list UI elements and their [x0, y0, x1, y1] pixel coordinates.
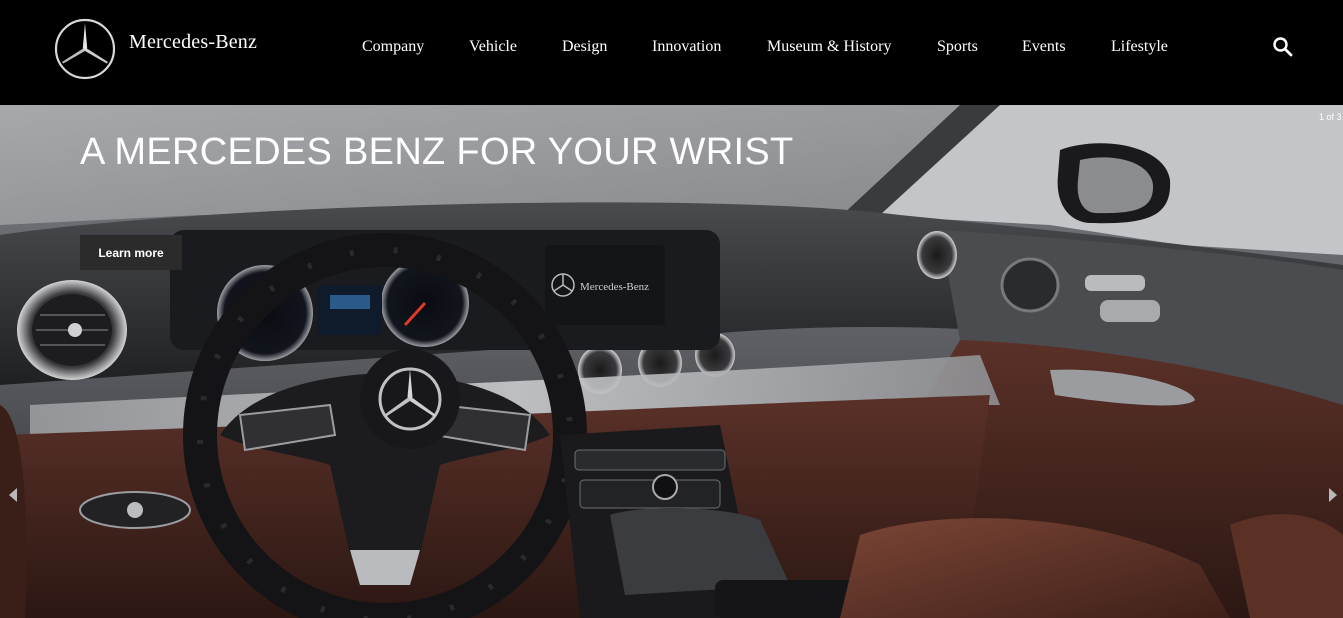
site-header: Mercedes-Benz Company Vehicle Design Inn… [0, 0, 1343, 105]
nav-item-events[interactable]: Events [1022, 38, 1066, 56]
hero-title: A MERCEDES BENZ FOR YOUR WRIST [80, 131, 794, 173]
nav-item-lifestyle[interactable]: Lifestyle [1111, 38, 1168, 56]
search-icon[interactable] [1272, 36, 1294, 58]
learn-more-button[interactable]: Learn more [80, 235, 182, 270]
chevron-left-icon[interactable] [6, 485, 20, 505]
nav-item-innovation[interactable]: Innovation [652, 38, 721, 56]
nav-item-company[interactable]: Company [362, 38, 424, 56]
chevron-right-icon[interactable] [1326, 485, 1340, 505]
nav-item-design[interactable]: Design [562, 38, 607, 56]
mercedes-star-icon[interactable] [54, 18, 116, 80]
hero-carousel: Mercedes-Benz A MERCEDES BENZ FOR YOUR W… [0, 105, 1343, 618]
nav-item-museum-history[interactable]: Museum & History [767, 38, 891, 56]
slide-counter: 1 of 3 [1319, 112, 1342, 122]
nav-item-vehicle[interactable]: Vehicle [469, 38, 517, 56]
nav-item-sports[interactable]: Sports [937, 38, 978, 56]
screen-brand-text: Mercedes-Benz [580, 281, 649, 293]
brand-name[interactable]: Mercedes-Benz [129, 31, 257, 54]
car-interior-image: Mercedes-Benz [0, 105, 1343, 618]
